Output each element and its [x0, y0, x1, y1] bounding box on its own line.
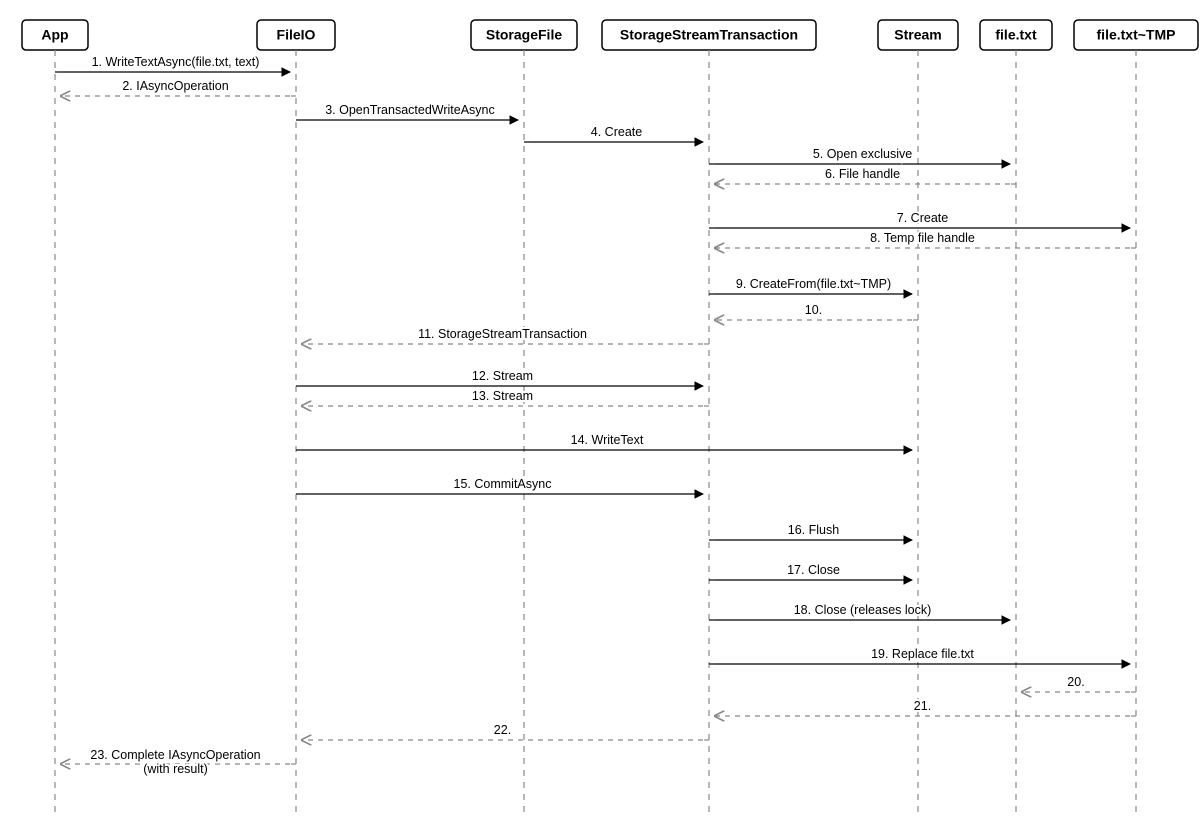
participant-label-fileio: FileIO: [277, 27, 316, 43]
participant-label-app: App: [41, 27, 68, 43]
message-15: 15. CommitAsync15. CommitAsync: [296, 477, 703, 494]
message-label-11: 11. StorageStreamTransaction: [418, 327, 587, 341]
message-23: 23. Complete IAsyncOperation(with result…: [61, 748, 296, 776]
message-label-9: 9. CreateFrom(file.txt~TMP): [736, 277, 891, 291]
message-17: 17. Close17. Close: [709, 563, 912, 580]
message-1: 1. WriteTextAsync(file.txt, text)1. Writ…: [55, 55, 290, 72]
message-2: 2. IAsyncOperation2. IAsyncOperation: [61, 79, 296, 96]
message-label-20: 20.: [1067, 675, 1084, 689]
message-label-5: 5. Open exclusive: [813, 147, 912, 161]
messages-layer: 1. WriteTextAsync(file.txt, text)1. Writ…: [55, 55, 1136, 776]
message-label-14: 14. WriteText: [571, 433, 644, 447]
message-10: 10.10.: [715, 303, 918, 320]
message-21: 21.21.: [715, 699, 1136, 716]
participant-ftmp: file.txt~TMP: [1074, 20, 1198, 818]
message-label-8: 8. Temp file handle: [870, 231, 975, 245]
message-11: 11. StorageStreamTransaction11. StorageS…: [302, 327, 709, 344]
message-19: 19. Replace file.txt19. Replace file.txt: [709, 647, 1130, 664]
participant-ftxt: file.txt: [980, 20, 1052, 818]
message-label-17: 17. Close: [787, 563, 840, 577]
message-label-6: 6. File handle: [825, 167, 900, 181]
participant-fileio: FileIO: [257, 20, 335, 818]
message-22: 22.22.: [302, 723, 709, 740]
message-label-22: 22.: [494, 723, 511, 737]
message-5: 5. Open exclusive5. Open exclusive: [709, 147, 1010, 164]
message-label-3: 3. OpenTransactedWriteAsync: [325, 103, 495, 117]
sequence-diagram: App FileIO StorageFile StorageStreamTransac…: [0, 0, 1200, 828]
message-9: 9. CreateFrom(file.txt~TMP)9. CreateFrom…: [709, 277, 912, 294]
participant-sfile: StorageFile: [471, 20, 577, 818]
message-label-18: 18. Close (releases lock): [794, 603, 932, 617]
message-6: 6. File handle6. File handle: [715, 167, 1016, 184]
message-14: 14. WriteText14. WriteText: [296, 433, 912, 450]
participant-label-sst: StorageStreamTransaction: [620, 27, 798, 43]
participant-stream: Stream: [878, 20, 958, 818]
message-label-2: 2. IAsyncOperation: [122, 79, 228, 93]
message-label-10: 10.: [805, 303, 822, 317]
message-label-16: 16. Flush: [788, 523, 839, 537]
message-12: 12. Stream12. Stream: [296, 369, 703, 386]
participant-label-stream: Stream: [894, 27, 941, 43]
participant-label-ftmp: file.txt~TMP: [1097, 27, 1176, 43]
participant-app: App: [22, 20, 88, 818]
message-label-21: 21.: [914, 699, 931, 713]
message-16: 16. Flush16. Flush: [709, 523, 912, 540]
message-label-7: 7. Create: [897, 211, 948, 225]
message-label-4: 4. Create: [591, 125, 642, 139]
participants-layer: App FileIO StorageFile StorageStreamTransac…: [22, 20, 1198, 818]
message-label-1: 1. WriteTextAsync(file.txt, text): [92, 55, 260, 69]
message-20: 20.20.: [1022, 675, 1136, 692]
message-18: 18. Close (releases lock)18. Close (rele…: [709, 603, 1010, 620]
message-4: 4. Create4. Create: [524, 125, 703, 142]
message-label-13: 13. Stream: [472, 389, 533, 403]
message-3: 3. OpenTransactedWriteAsync3. OpenTransa…: [296, 103, 518, 120]
participant-sst: StorageStreamTransaction: [602, 20, 816, 818]
message-7: 7. Create7. Create: [709, 211, 1130, 228]
message-13: 13. Stream13. Stream: [302, 389, 709, 406]
participant-label-sfile: StorageFile: [486, 27, 562, 43]
message-label-12: 12. Stream: [472, 369, 533, 383]
participant-label-ftxt: file.txt: [995, 27, 1037, 43]
message-label-19: 19. Replace file.txt: [871, 647, 974, 661]
message-8: 8. Temp file handle8. Temp file handle: [715, 231, 1136, 248]
message-label-23: 23. Complete IAsyncOperation(with result…: [90, 748, 260, 776]
message-label-15: 15. CommitAsync: [454, 477, 552, 491]
